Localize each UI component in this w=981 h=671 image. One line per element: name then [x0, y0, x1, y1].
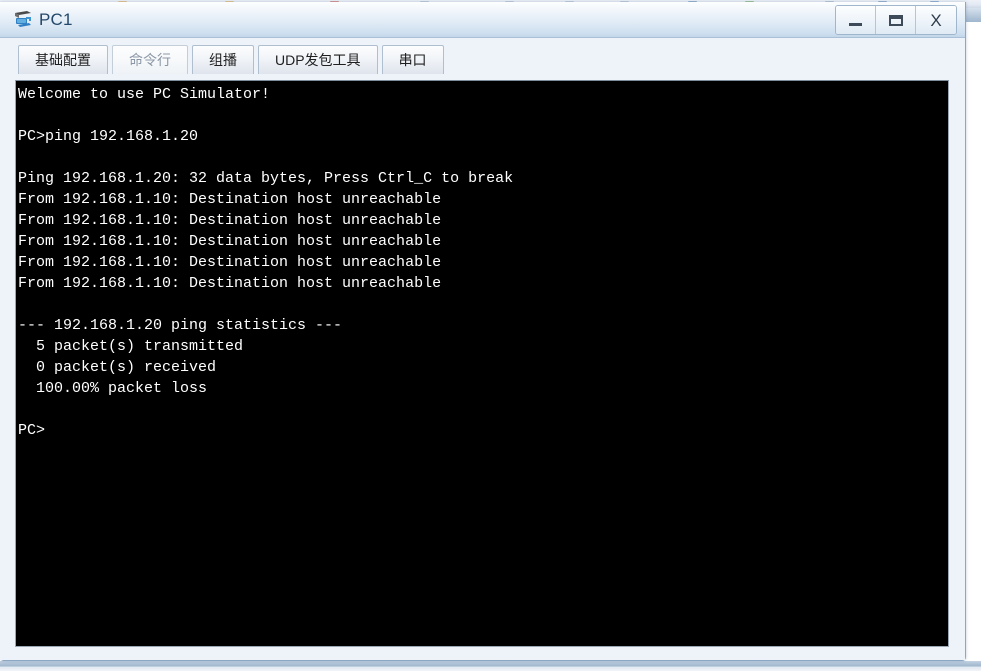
- console-line: --- 192.168.1.20 ping statistics ---: [18, 317, 343, 334]
- console-output-panel[interactable]: Welcome to use PC Simulator! PC>ping 192…: [15, 80, 949, 647]
- console-line: From 192.168.1.10: Destination host unre…: [18, 254, 442, 271]
- tab-serial-port[interactable]: 串口: [381, 45, 444, 74]
- console-line: PC>: [18, 422, 46, 439]
- window-controls: X: [835, 5, 957, 35]
- console-line: From 192.168.1.10: Destination host unre…: [18, 212, 442, 229]
- background-bottom-strip: [0, 661, 981, 671]
- window-bottom-padding: [0, 648, 965, 660]
- console-line: From 192.168.1.10: Destination host unre…: [18, 275, 442, 292]
- console-line: From 192.168.1.10: Destination host unre…: [18, 233, 442, 250]
- pc-device-icon: [12, 9, 34, 31]
- window-titlebar[interactable]: PC1 X: [0, 2, 965, 38]
- console-line: From 192.168.1.10: Destination host unre…: [18, 191, 442, 208]
- close-button[interactable]: X: [916, 6, 956, 34]
- background-right-strip: [965, 8, 981, 671]
- console-line: Welcome to use PC Simulator!: [18, 86, 271, 103]
- pc1-window: PC1 X 基础配置 命令行 组播 UDP发包工具 串口 Welcome to …: [0, 2, 966, 661]
- terminal-output[interactable]: Welcome to use PC Simulator! PC>ping 192…: [16, 81, 948, 646]
- tab-label: UDP发包工具: [275, 52, 361, 68]
- console-line: PC>ping 192.168.1.20: [18, 128, 199, 145]
- console-line: 5 packet(s) transmitted: [18, 338, 244, 355]
- maximize-icon: [888, 14, 903, 26]
- tab-basic-config[interactable]: 基础配置: [18, 45, 108, 74]
- close-icon: X: [930, 10, 942, 30]
- tab-bar: 基础配置 命令行 组播 UDP发包工具 串口: [0, 38, 965, 74]
- console-line: 0 packet(s) received: [18, 359, 217, 376]
- maximize-button[interactable]: [876, 6, 916, 34]
- window-title: PC1: [39, 10, 73, 29]
- tab-label: 串口: [398, 52, 427, 68]
- tab-multicast[interactable]: 组播: [192, 45, 254, 74]
- minimize-button[interactable]: [836, 6, 876, 34]
- tab-label: 组播: [209, 52, 237, 68]
- console-line: 100.00% packet loss: [18, 380, 208, 397]
- tab-label: 基础配置: [35, 52, 91, 68]
- tab-command-line[interactable]: 命令行: [112, 45, 188, 74]
- console-line: Ping 192.168.1.20: 32 data bytes, Press …: [18, 170, 514, 187]
- tab-udp-packet-tool[interactable]: UDP发包工具: [258, 45, 378, 74]
- tab-label: 命令行: [129, 52, 171, 68]
- background-strip-header: [965, 8, 981, 22]
- desktop-background: PC1 X 基础配置 命令行 组播 UDP发包工具 串口 Welcome to …: [0, 0, 981, 671]
- minimize-icon: [849, 23, 862, 26]
